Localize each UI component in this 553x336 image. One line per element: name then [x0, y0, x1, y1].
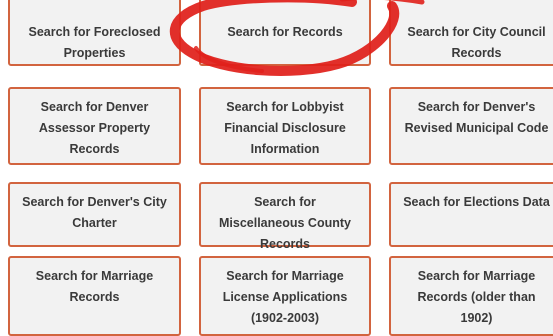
records-card[interactable]: Search for Records: [199, 0, 371, 66]
city-council-records-label: Search for City Council Records: [407, 25, 546, 60]
miscellaneous-county-records-label: Search for Miscellaneous County Records: [219, 195, 351, 251]
lobbyist-disclosure-label: Search for Lobbyist Financial Disclosure…: [224, 100, 346, 156]
records-search-grid: Search for Foreclosed Properties Search …: [0, 0, 553, 336]
foreclosed-properties-card[interactable]: Search for Foreclosed Properties: [8, 0, 181, 66]
foreclosed-properties-label: Search for Foreclosed Properties: [28, 25, 161, 60]
marriage-license-applications-card[interactable]: Search for Marriage License Applications…: [199, 256, 371, 336]
lobbyist-disclosure-card[interactable]: Search for Lobbyist Financial Disclosure…: [199, 87, 371, 165]
old-marriage-records-label: Search for Marriage Records (older than …: [417, 269, 536, 325]
marriage-records-label: Search for Marriage Records: [35, 269, 154, 304]
assessor-property-records-label: Search for Denver Assessor Property Reco…: [38, 100, 151, 156]
marriage-license-applications-label: Search for Marriage License Applications…: [222, 269, 348, 325]
marriage-records-card[interactable]: Search for Marriage Records: [8, 256, 181, 336]
records-label: Search for Records: [227, 25, 343, 39]
city-charter-label: Search for Denver's City Charter: [22, 195, 167, 230]
old-marriage-records-card[interactable]: Search for Marriage Records (older than …: [389, 256, 553, 336]
elections-data-label: Seach for Elections Data: [403, 195, 550, 209]
municipal-code-label: Search for Denver's Revised Municipal Co…: [404, 100, 549, 135]
city-council-records-card[interactable]: Search for City Council Records: [389, 0, 553, 66]
city-charter-card[interactable]: Search for Denver's City Charter: [8, 182, 181, 247]
municipal-code-card[interactable]: Search for Denver's Revised Municipal Co…: [389, 87, 553, 165]
miscellaneous-county-records-card[interactable]: Search for Miscellaneous County Records: [199, 182, 371, 251]
elections-data-card[interactable]: Seach for Elections Data: [389, 182, 553, 247]
assessor-property-records-card[interactable]: Search for Denver Assessor Property Reco…: [8, 87, 181, 165]
